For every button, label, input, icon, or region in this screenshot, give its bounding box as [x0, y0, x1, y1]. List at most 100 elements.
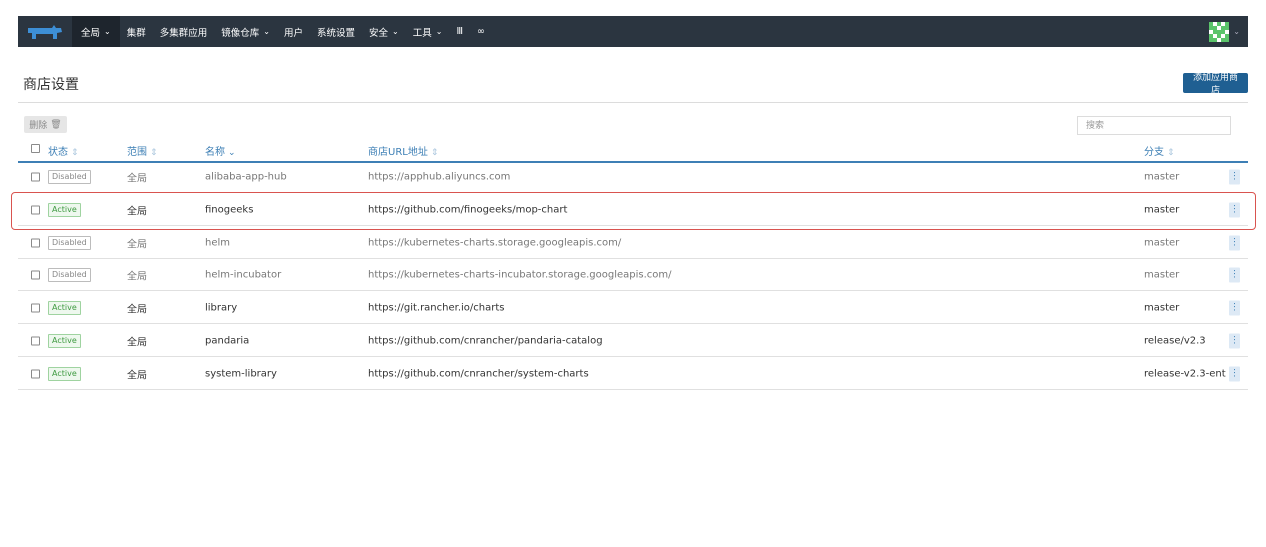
- select-all-checkbox[interactable]: [31, 144, 40, 153]
- sort-icon: ⇕: [71, 148, 79, 158]
- row-checkbox[interactable]: [31, 336, 40, 345]
- kebab-icon[interactable]: ⋮: [1229, 333, 1240, 348]
- name-cell[interactable]: library: [205, 302, 237, 313]
- status-badge: Active: [48, 366, 81, 381]
- chevron-down-icon: ⌄: [263, 27, 270, 36]
- row-checkbox[interactable]: [31, 205, 40, 214]
- nav-item-3[interactable]: 镜像仓库 ⌄: [214, 16, 277, 47]
- scope-cell: 全局: [127, 206, 147, 217]
- add-catalog-button[interactable]: 添加应用商店: [1183, 72, 1248, 95]
- header-branch[interactable]: 分支 ⇕: [1144, 143, 1175, 158]
- header-status[interactable]: 状态 ⇕: [48, 143, 79, 158]
- branch-cell: release/v2.3: [1144, 335, 1206, 346]
- branch-cell: master: [1144, 269, 1180, 280]
- branch-cell: master: [1144, 204, 1180, 215]
- nav-item-label: ∞: [477, 26, 485, 37]
- sort-icon: ⇕: [430, 148, 439, 158]
- kebab-icon[interactable]: ⋮: [1229, 366, 1240, 381]
- nav-item-6[interactable]: 安全 ⌄: [362, 16, 406, 47]
- url-cell: https://github.com/cnrancher/pandaria-ca…: [368, 335, 603, 346]
- trash-icon: 🗑: [50, 119, 62, 130]
- chevron-down-icon: ⌄: [104, 27, 111, 36]
- user-avatar-icon[interactable]: [1209, 21, 1230, 42]
- nav-item-label: 全局: [81, 27, 101, 39]
- table-row: Active 全局 finogeeks https://github.com/fino…: [18, 194, 1248, 226]
- status-badge: Active: [48, 202, 81, 217]
- scope-cell: 全局: [127, 173, 147, 184]
- row-checkbox[interactable]: [31, 270, 40, 279]
- nav-item-label: 多集群应用: [159, 27, 208, 39]
- delete-button[interactable]: 删除 🗑: [24, 116, 67, 133]
- chevron-down-icon: ⌄: [1233, 27, 1240, 36]
- status-badge: Disabled: [48, 235, 91, 250]
- user-menu[interactable]: ⌄: [1209, 21, 1248, 42]
- scope-cell: 全局: [127, 304, 147, 315]
- name-cell[interactable]: helm: [205, 237, 230, 248]
- sort-icon: ⇕: [1167, 148, 1175, 158]
- header-name[interactable]: 名称 ⌄: [205, 143, 236, 158]
- url-cell: https://github.com/finogeeks/mop-chart: [368, 204, 568, 215]
- status-badge: Active: [48, 300, 81, 315]
- table-row: Active 全局 library https://git.rancher.io/ch…: [18, 292, 1248, 324]
- name-cell[interactable]: pandaria: [205, 335, 249, 346]
- nav-item-label: 系统设置: [316, 27, 355, 39]
- chevron-down-icon: ⌄: [435, 27, 443, 36]
- header-url[interactable]: 商店URL地址 ⇕: [368, 143, 438, 158]
- nav-item-0[interactable]: 全局 ⌄: [72, 16, 120, 47]
- branch-cell: release-v2.3-ent: [1144, 368, 1226, 379]
- table-row: Disabled 全局 helm-incubator https://kubernet…: [18, 259, 1248, 291]
- page-title: 商店设置: [23, 77, 79, 93]
- nav-item-7[interactable]: 工具 ⌄: [406, 16, 450, 47]
- status-badge: Disabled: [48, 169, 91, 184]
- nav-item-label: Ⅲ: [456, 26, 463, 37]
- kebab-icon[interactable]: ⋮: [1229, 169, 1240, 184]
- row-checkbox[interactable]: [31, 238, 40, 247]
- name-cell[interactable]: alibaba-app-hub: [205, 171, 287, 182]
- branch-cell: master: [1144, 302, 1180, 313]
- kebab-icon[interactable]: ⋮: [1229, 235, 1240, 250]
- nav-item-9[interactable]: ∞: [470, 16, 492, 47]
- sort-icon: ⌄: [228, 148, 236, 158]
- branch-cell: master: [1144, 171, 1180, 182]
- delete-label: 删除: [29, 121, 48, 131]
- kebab-icon[interactable]: ⋮: [1229, 300, 1240, 315]
- url-cell: https://apphub.aliyuncs.com: [368, 171, 511, 182]
- divider: [18, 102, 1248, 103]
- top-navbar: 全局 ⌄ 集群 多集群应用 镜像仓库 ⌄ 用户 系统设置 安全 ⌄ 工具 ⌄ Ⅲ ∞ ⌄: [18, 16, 1248, 47]
- row-checkbox[interactable]: [31, 303, 40, 312]
- url-cell: https://github.com/cnrancher/system-char…: [368, 368, 589, 379]
- rancher-logo-icon[interactable]: [18, 16, 72, 47]
- scope-cell: 全局: [127, 271, 147, 282]
- name-cell[interactable]: finogeeks: [205, 204, 253, 215]
- nav-item-1[interactable]: 集群: [120, 16, 153, 47]
- nav-item-label: 工具: [412, 27, 432, 39]
- kebab-icon[interactable]: ⋮: [1229, 202, 1240, 217]
- chevron-down-icon: ⌄: [392, 27, 399, 36]
- status-badge: Active: [48, 333, 81, 348]
- kebab-icon[interactable]: ⋮: [1229, 267, 1240, 282]
- name-cell[interactable]: system-library: [205, 368, 277, 379]
- name-cell[interactable]: helm-incubator: [205, 269, 281, 280]
- nav-item-4[interactable]: 用户: [277, 16, 310, 47]
- search-input[interactable]: [1077, 116, 1231, 135]
- url-cell: https://kubernetes-charts.storage.google…: [368, 237, 622, 248]
- url-cell: https://git.rancher.io/charts: [368, 302, 505, 313]
- url-cell: https://kubernetes-charts-incubator.stor…: [368, 269, 672, 280]
- row-checkbox[interactable]: [31, 172, 40, 181]
- scope-cell: 全局: [127, 370, 147, 381]
- header-scope[interactable]: 范围 ⇕: [127, 143, 158, 158]
- nav-item-2[interactable]: 多集群应用: [153, 16, 215, 47]
- branch-cell: master: [1144, 237, 1180, 248]
- nav-item-label: 安全: [369, 27, 389, 39]
- nav-item-8[interactable]: Ⅲ: [449, 16, 470, 47]
- table-row: Disabled 全局 alibaba-app-hub https://apphub.…: [18, 161, 1248, 193]
- scope-cell: 全局: [127, 337, 147, 348]
- table-header: 状态 ⇕ 范围 ⇕ 名称 ⌄ 商店URL地址 ⇕ 分支 ⇕: [18, 140, 1248, 163]
- table-row: Active 全局 system-library https://github.com…: [18, 358, 1248, 390]
- table-row: Disabled 全局 helm https://kubernetes-charts.…: [18, 227, 1248, 259]
- scope-cell: 全局: [127, 239, 147, 250]
- row-checkbox[interactable]: [31, 369, 40, 378]
- nav-item-5[interactable]: 系统设置: [310, 16, 362, 47]
- status-badge: Disabled: [48, 267, 91, 282]
- table-row: Active 全局 pandaria https://github.com/cnran…: [18, 325, 1248, 357]
